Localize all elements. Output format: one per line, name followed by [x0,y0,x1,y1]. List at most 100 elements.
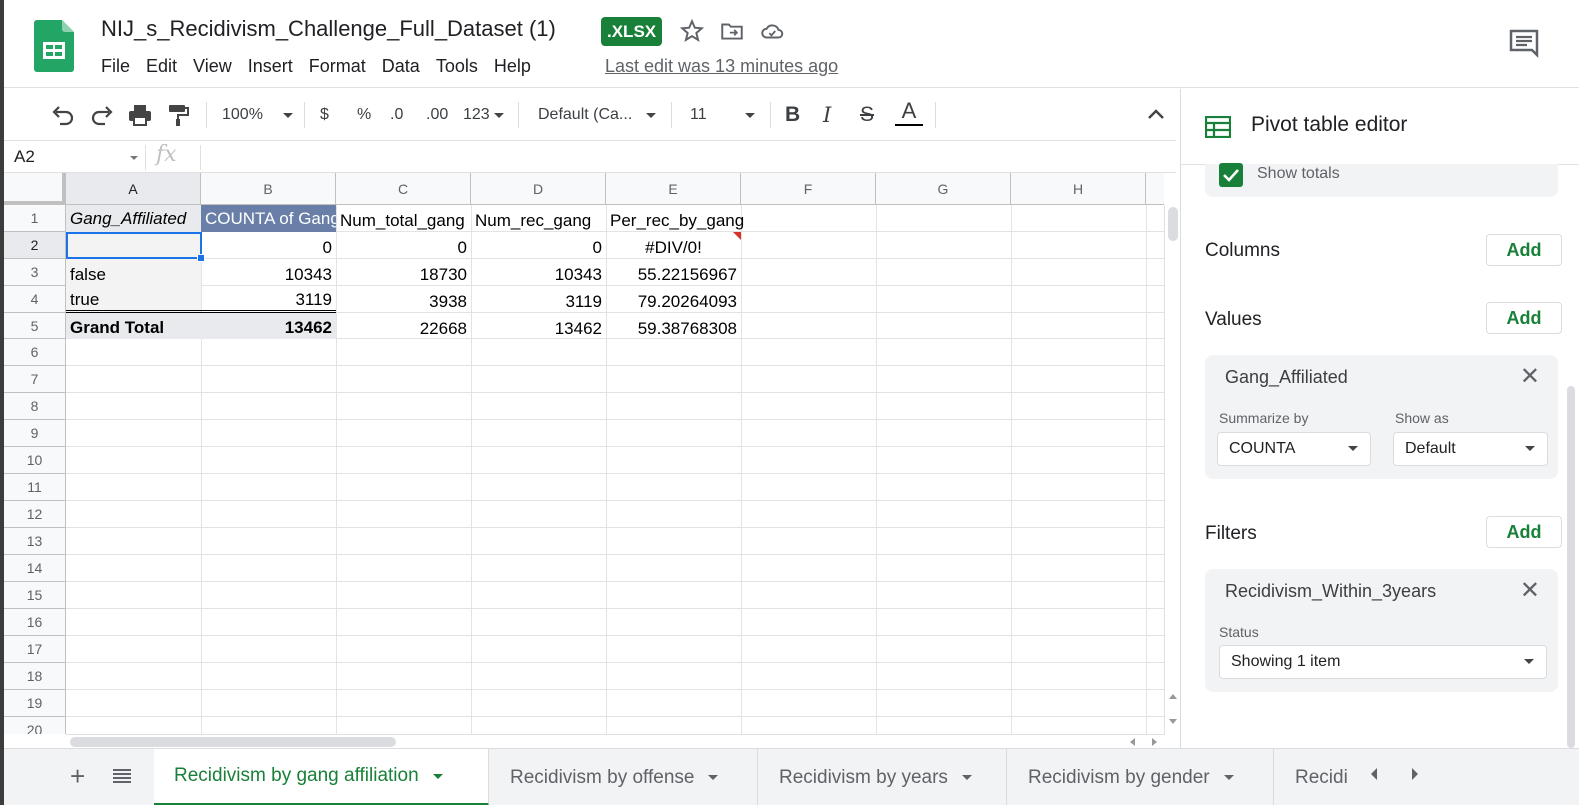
collapse-toolbar-icon[interactable] [1146,107,1166,121]
row-header[interactable]: 1 [4,205,66,232]
summarize-by-select[interactable]: COUNTA [1217,432,1371,466]
panel-scrollbar[interactable] [1567,386,1575,748]
zoom-select[interactable]: 100% [222,101,293,129]
add-column-button[interactable]: Add [1486,234,1562,266]
menu-file[interactable]: File [101,56,138,77]
cell-a4[interactable]: true [66,286,201,313]
menu-format[interactable]: Format [301,56,374,77]
sheet-tab-gender[interactable]: Recidivism by gender [1008,749,1274,805]
redo-button[interactable] [89,101,115,129]
formula-input[interactable] [209,146,1159,170]
row-header[interactable]: 16 [4,609,66,636]
cell-e1[interactable]: Per_rec_by_gang [606,207,766,234]
print-button[interactable] [127,101,153,129]
cloud-saved-icon[interactable] [759,18,785,44]
undo-button[interactable] [50,101,76,129]
cell-a3[interactable]: false [66,261,201,288]
cell-b4[interactable]: 3119 [201,286,336,313]
all-sheets-icon[interactable] [112,768,132,784]
cell-a1[interactable]: Gang_Affiliated [66,205,201,232]
col-header-h[interactable]: H [1011,173,1146,205]
font-size-select[interactable]: 11 [690,101,755,129]
row-header[interactable]: 6 [4,339,66,366]
cell-b3[interactable]: 10343 [201,261,336,288]
fill-handle[interactable] [197,254,205,262]
remove-value-close-icon[interactable]: ✕ [1520,365,1540,389]
menu-tools[interactable]: Tools [428,56,486,77]
more-formats-button[interactable]: 123 [463,101,504,129]
cell-e2[interactable]: #DIV/0! [606,234,741,261]
scroll-down-arrow[interactable] [1169,719,1177,724]
bold-button[interactable]: B [785,101,800,129]
row-header[interactable]: 3 [4,259,66,286]
cell-c4[interactable]: 3938 [336,288,471,315]
cell-d5[interactable]: 13462 [471,315,606,342]
cell-b1[interactable]: COUNTA of Gang_Affiliated [201,205,336,232]
sheet-tab-offense[interactable]: Recidivism by offense [490,749,758,805]
sheet-tab-years[interactable]: Recidivism by years [759,749,1007,805]
horizontal-scrollbar[interactable] [66,734,1164,748]
sheet-tab-partial[interactable]: Recidi [1275,749,1349,805]
row-header[interactable]: 15 [4,582,66,609]
row-header[interactable]: 7 [4,366,66,393]
col-header-a[interactable]: A [66,173,201,205]
col-header-f[interactable]: F [741,173,876,205]
cell-c1[interactable]: Num_total_gang [336,207,471,234]
select-all-corner[interactable] [4,173,66,205]
col-header-g[interactable]: G [876,173,1011,205]
vertical-scrollbar[interactable] [1164,205,1180,735]
row-header[interactable]: 13 [4,528,66,555]
vertical-scroll-thumb[interactable] [1168,207,1178,241]
cell-c3[interactable]: 18730 [336,261,471,288]
add-sheet-icon[interactable]: + [70,761,85,792]
cell-c2[interactable]: 0 [336,234,471,261]
cell-d2[interactable]: 0 [471,234,606,261]
cell-e3[interactable]: 55.22156967 [606,261,741,288]
add-filter-button[interactable]: Add [1486,516,1562,548]
star-icon[interactable] [679,18,705,44]
increase-decimal-button[interactable]: .00 [426,101,448,129]
strikethrough-button[interactable]: S [860,101,874,129]
col-header-c[interactable]: C [336,173,471,205]
cell-d1[interactable]: Num_rec_gang [471,207,606,234]
row-header[interactable]: 10 [4,447,66,474]
tab-scroll-right-icon[interactable] [1409,766,1421,782]
menu-help[interactable]: Help [486,56,539,77]
row-header[interactable]: 18 [4,663,66,690]
sheet-tab-gang-affiliation[interactable]: Recidivism by gang affiliation [154,749,489,805]
scroll-right-arrow[interactable] [1152,738,1157,746]
text-color-button[interactable]: A [895,98,923,126]
name-box[interactable]: A2 [14,147,138,167]
scroll-up-arrow[interactable] [1169,694,1177,699]
col-header-e[interactable]: E [606,173,741,205]
menu-view[interactable]: View [185,56,240,77]
row-header[interactable]: 14 [4,555,66,582]
cell-b2[interactable]: 0 [201,234,336,261]
row-header[interactable]: 4 [4,286,66,313]
row-header[interactable]: 9 [4,420,66,447]
cell-b5[interactable]: 13462 [201,314,336,341]
sheets-logo-icon[interactable] [34,20,74,72]
show-totals-checkbox[interactable] [1219,163,1243,187]
add-value-button[interactable]: Add [1486,302,1562,334]
row-header[interactable]: 2 [4,232,66,259]
horizontal-scroll-thumb[interactable] [70,737,396,747]
font-family-select[interactable]: Default (Ca... [538,101,657,129]
paint-format-button[interactable] [166,101,190,129]
row-header[interactable]: 5 [4,313,66,339]
col-header-d[interactable]: D [471,173,606,205]
cell-c5[interactable]: 22668 [336,315,471,342]
show-as-select[interactable]: Default [1393,432,1548,466]
cell-a5[interactable]: Grand Total [66,314,201,341]
scroll-left-arrow[interactable] [1130,738,1135,746]
menu-insert[interactable]: Insert [240,56,301,77]
italic-button[interactable]: I [823,101,831,129]
last-edit-link[interactable]: Last edit was 13 minutes ago [605,56,838,77]
cell-d4[interactable]: 3119 [471,288,606,315]
document-title[interactable]: NIJ_s_Recidivism_Challenge_Full_Dataset … [101,16,556,42]
row-header[interactable]: 17 [4,636,66,663]
col-header-b[interactable]: B [201,173,336,205]
row-header[interactable]: 12 [4,501,66,528]
cell-e5[interactable]: 59.38768308 [606,315,741,342]
currency-format-button[interactable]: $ [320,101,329,129]
